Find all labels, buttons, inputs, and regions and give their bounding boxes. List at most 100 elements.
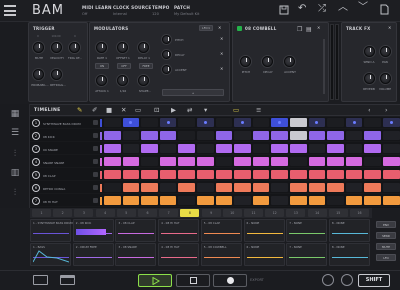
step-cell[interactable]	[271, 118, 288, 127]
step-cell[interactable]	[197, 170, 214, 179]
step-cell[interactable]	[215, 157, 233, 166]
step-cell[interactable]	[234, 144, 251, 153]
step-cell[interactable]	[364, 170, 381, 179]
step-cell[interactable]	[252, 196, 270, 205]
mixer-slot[interactable]: 8 - NONE	[328, 219, 370, 242]
monitor-icon[interactable]: ▭	[233, 106, 239, 114]
record-icon[interactable]: ⊡	[154, 106, 159, 114]
mixer-mode-button[interactable]: MUTE	[376, 243, 396, 250]
undo-icon[interactable]: ↶	[298, 4, 306, 14]
step-cell[interactable]	[104, 118, 121, 127]
mixer-slot[interactable]: 2 - DRUM FREE	[72, 243, 114, 266]
track-row[interactable]: 2 08 KICK	[30, 130, 400, 142]
step-cell[interactable]	[252, 144, 270, 153]
step-cell[interactable]	[327, 196, 344, 205]
step-cell[interactable]	[122, 157, 140, 166]
step-forward-icon[interactable]: ▶	[171, 106, 176, 114]
step-cell[interactable]	[197, 131, 214, 140]
mixer-faders-icon[interactable]: ⫶	[9, 149, 21, 159]
accent-knob[interactable]	[284, 56, 295, 67]
step-cell[interactable]	[197, 144, 214, 153]
step-cell[interactable]	[252, 131, 270, 140]
track-name[interactable]: 09 SNARE	[43, 148, 58, 152]
step-button[interactable]: 5	[116, 209, 136, 217]
export-label[interactable]: EXPORT	[250, 278, 264, 282]
track-mute-toggle[interactable]	[93, 133, 98, 138]
step-button[interactable]: 13	[286, 209, 306, 217]
step-cell[interactable]	[178, 183, 195, 192]
step-button[interactable]: 1	[32, 209, 51, 217]
step-button[interactable]: 10	[222, 209, 242, 217]
pan-knob[interactable]	[380, 46, 391, 57]
mixer-slot[interactable]: 1 - SYNTHWAVE BASS DRUM	[30, 219, 73, 242]
lfo-select[interactable]: LFO ▾	[199, 25, 213, 31]
step-button[interactable]: 8	[180, 209, 200, 217]
tools-icon[interactable]: ▾	[204, 106, 207, 114]
mixer-slot[interactable]: 5 - 08 COWBELL	[200, 243, 242, 266]
step-cell[interactable]	[141, 131, 158, 140]
step-cell[interactable]	[197, 183, 214, 192]
shape-knob[interactable]	[138, 75, 149, 86]
mixer-slot[interactable]: 6 - NONE	[243, 219, 285, 242]
step-cell[interactable]	[364, 131, 381, 140]
track-mute-toggle[interactable]	[93, 159, 98, 164]
step-cell[interactable]	[271, 196, 288, 205]
instrument-scrollbar[interactable]	[323, 39, 325, 94]
instrument-power-led[interactable]	[237, 26, 242, 31]
patch-label[interactable]: PATCH	[174, 5, 190, 10]
delete-icon[interactable]: ✕	[121, 106, 126, 114]
step-cell[interactable]	[159, 144, 177, 153]
step-cell[interactable]	[197, 157, 214, 166]
piano-keys-icon[interactable]: ▥	[9, 168, 21, 178]
step-cell[interactable]	[271, 170, 288, 179]
grid-view-icon[interactable]: ▦	[9, 109, 21, 119]
track-mute-toggle[interactable]	[93, 198, 98, 203]
step-cell[interactable]	[215, 144, 233, 153]
document-icon[interactable]	[380, 4, 389, 18]
step-cell[interactable]	[215, 170, 233, 179]
menu-icon[interactable]	[4, 5, 16, 16]
step-cell[interactable]	[290, 118, 307, 127]
mixer-slot[interactable]: 3 - 08 CLAP	[115, 219, 157, 242]
track-row[interactable]: 4 SNARE SNARE	[30, 156, 400, 168]
step-cell[interactable]	[197, 118, 214, 127]
step-cell[interactable]	[345, 170, 363, 179]
track-row[interactable]: 1 SYNTHWAVE BASS DRUM	[30, 117, 400, 129]
delay-knob[interactable]	[138, 42, 149, 53]
close-modulators-icon[interactable]: ✕	[218, 25, 221, 30]
track-name[interactable]: RETRO CONGA	[43, 187, 65, 191]
step-cell[interactable]	[178, 131, 195, 140]
step-cell[interactable]	[159, 131, 177, 140]
timeline-menu-icon[interactable]: ≡	[256, 106, 261, 114]
record-button[interactable]	[213, 274, 247, 287]
step-cell[interactable]	[159, 170, 177, 179]
step-cell[interactable]	[104, 144, 121, 153]
step-cell[interactable]	[364, 144, 381, 153]
track-mute-toggle[interactable]	[93, 185, 98, 190]
track-number[interactable]: 5	[32, 171, 40, 179]
step-button[interactable]: 3	[74, 209, 94, 217]
step-button[interactable]: 15	[328, 209, 348, 217]
step-button[interactable]: 12	[265, 209, 285, 217]
step-cell[interactable]	[141, 157, 158, 166]
step-cell[interactable]	[122, 170, 140, 179]
track-row[interactable]: 6 RETRO CONGA	[30, 182, 400, 194]
shift-button[interactable]: SHIFT	[358, 274, 390, 287]
mixer-slot[interactable]: 7 - NONE	[286, 219, 328, 242]
attack-knob[interactable]	[96, 75, 107, 86]
save-icon[interactable]	[279, 5, 289, 18]
step-cell[interactable]	[234, 157, 251, 166]
mixer-mode-button[interactable]: LFO	[376, 254, 396, 261]
step-cell[interactable]	[234, 170, 251, 179]
step-cell[interactable]	[141, 118, 158, 127]
step-cell[interactable]	[215, 118, 233, 127]
remove-decay-icon[interactable]: ✕	[220, 51, 223, 56]
step-cell[interactable]	[345, 157, 363, 166]
step-cell[interactable]	[141, 196, 158, 205]
pitch-mod-knob[interactable]	[162, 35, 171, 44]
step-cell[interactable]	[271, 157, 288, 166]
track-name[interactable]: 08 HI HAT	[43, 200, 58, 204]
step-cell[interactable]	[364, 196, 381, 205]
mixer-slot[interactable]: 2 - 08 KICK	[72, 219, 114, 242]
step-cell[interactable]	[290, 170, 307, 179]
